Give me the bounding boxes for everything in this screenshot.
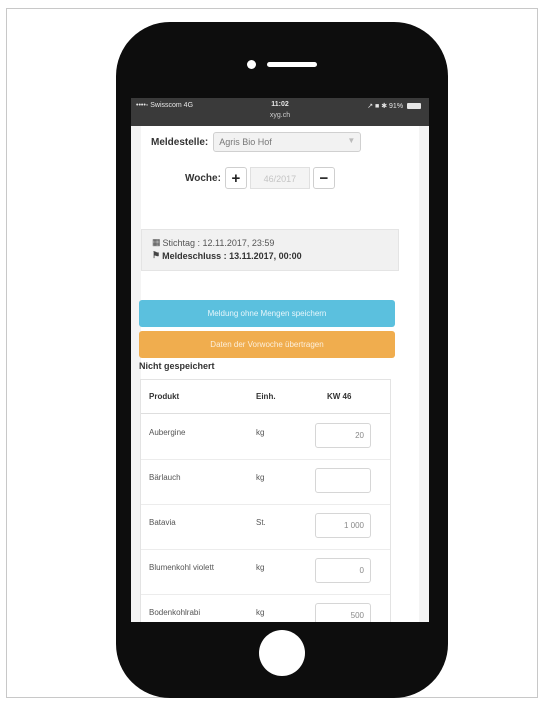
product-unit: kg bbox=[256, 473, 265, 482]
header-week: KW 46 bbox=[327, 392, 352, 401]
save-without-quantities-button[interactable]: Meldung ohne Mengen speichern bbox=[139, 300, 395, 327]
product-name: Aubergine bbox=[149, 428, 186, 437]
status-indicators-text: ↗ ■ ✱ 91% bbox=[367, 103, 404, 110]
address-bar[interactable]: xyg.ch bbox=[131, 112, 429, 119]
table-row: Bärlauch kg bbox=[141, 459, 390, 505]
product-name: Blumenkohl violett bbox=[149, 563, 214, 572]
phone-device: ••••◦ Swisscom 4G 11:02 xyg.ch ↗ ■ ✱ 91%… bbox=[116, 22, 448, 698]
flag-icon: ⚑ bbox=[152, 250, 161, 260]
meldeschluss-row: ⚑ Meldeschluss : 13.11.2017, 00:00 bbox=[152, 249, 398, 262]
product-unit: kg bbox=[256, 563, 265, 572]
week-increment-button[interactable]: + bbox=[224, 167, 247, 189]
header-product: Produkt bbox=[149, 392, 180, 401]
stichtag-text: Stichtag : 12.11.2017, 23:59 bbox=[162, 237, 275, 248]
table-row: Blumenkohl violett kg 0 bbox=[141, 549, 390, 595]
product-name: Bodenkohlrabi bbox=[149, 608, 201, 617]
week-field[interactable]: 46/2017 bbox=[249, 167, 310, 189]
meldestelle-select[interactable]: Agris Bio Hof ▼ bbox=[213, 132, 362, 152]
copy-previous-week-button[interactable]: Daten der Vorwoche übertragen bbox=[139, 331, 395, 358]
camera-icon bbox=[247, 60, 256, 69]
quantity-input[interactable]: 500 bbox=[315, 603, 371, 622]
product-name: Bärlauch bbox=[149, 473, 181, 482]
woche-label: Woche: bbox=[185, 172, 221, 184]
meldeschluss-text: Meldeschluss : 13.11.2017, 00:00 bbox=[162, 250, 302, 261]
phone-screen: ••••◦ Swisscom 4G 11:02 xyg.ch ↗ ■ ✱ 91%… bbox=[131, 98, 429, 622]
product-unit: St. bbox=[256, 518, 266, 527]
week-stepper: + 46/2017 − bbox=[224, 167, 335, 189]
chevron-down-icon: ▼ bbox=[347, 136, 356, 145]
table-row: Aubergine kg 20 bbox=[141, 414, 390, 460]
home-button[interactable] bbox=[259, 630, 305, 676]
status-bar: ••••◦ Swisscom 4G 11:02 xyg.ch ↗ ■ ✱ 91% bbox=[131, 98, 429, 126]
header-unit: Einh. bbox=[256, 392, 276, 401]
table-row: Batavia St. 1 000 bbox=[141, 504, 390, 550]
page-content: Meldestelle: Agris Bio Hof ▼ Woche: + 46… bbox=[139, 126, 419, 622]
deadline-info-box: ▦ Stichtag : 12.11.2017, 23:59 ⚑ Meldesc… bbox=[141, 229, 399, 271]
quantity-input[interactable]: 1 000 bbox=[315, 513, 371, 538]
week-decrement-button[interactable]: − bbox=[312, 167, 335, 189]
quantity-input[interactable]: 20 bbox=[315, 423, 371, 448]
table-row: Bodenkohlrabi kg 500 bbox=[141, 594, 390, 622]
quantity-input[interactable]: 0 bbox=[315, 558, 371, 583]
speaker-icon bbox=[267, 62, 317, 67]
product-table: Produkt Einh. KW 46 Aubergine kg 20 Bärl… bbox=[140, 379, 391, 622]
table-header: Produkt Einh. KW 46 bbox=[141, 380, 390, 414]
woche-row: Woche: + 46/2017 − bbox=[185, 167, 335, 189]
meldestelle-row: Meldestelle: Agris Bio Hof ▼ bbox=[151, 132, 362, 152]
product-unit: kg bbox=[256, 428, 265, 437]
product-unit: kg bbox=[256, 608, 265, 617]
product-name: Batavia bbox=[149, 518, 176, 527]
calendar-icon: ▦ bbox=[152, 237, 161, 247]
battery-icon bbox=[407, 103, 421, 110]
stichtag-row: ▦ Stichtag : 12.11.2017, 23:59 bbox=[152, 236, 398, 249]
quantity-input[interactable] bbox=[315, 468, 371, 493]
meldestelle-label: Meldestelle: bbox=[151, 136, 209, 148]
save-status: Nicht gespeichert bbox=[139, 361, 215, 371]
status-indicators: ↗ ■ ✱ 91% bbox=[367, 102, 421, 110]
meldestelle-value: Agris Bio Hof bbox=[219, 137, 272, 147]
